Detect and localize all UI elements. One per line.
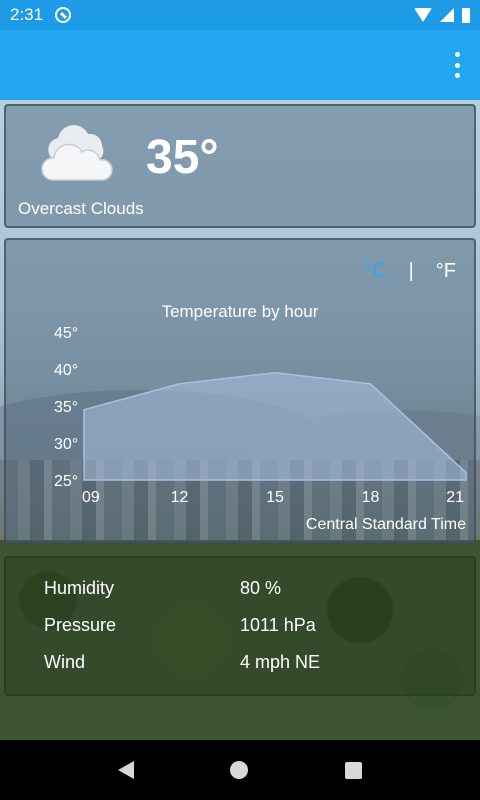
menu-dot-icon — [454, 52, 460, 57]
menu-dot-icon — [454, 62, 460, 68]
temperature-area-series — [83, 371, 467, 481]
weather-details-card: Humidity 80 % Pressure 1011 hPa Wind 4 m… — [4, 556, 476, 696]
overcast-cloud-icon — [41, 125, 113, 181]
app-notification-icon — [55, 7, 72, 23]
y-tick-label: 40° — [54, 362, 78, 379]
battery-icon — [462, 7, 470, 23]
status-bar: 2:31 — [0, 0, 480, 30]
humidity-row: Humidity 80 % — [44, 578, 281, 599]
hourly-temperature-card: °C | °F Temperature by hour 45° 40° 35° 30° 2… — [4, 238, 476, 544]
menu-dot-icon — [454, 73, 460, 78]
wind-value: 4 mph NE — [240, 652, 321, 672]
status-time: 2:31 — [10, 5, 44, 24]
chart-title: Temperature by hour — [162, 302, 319, 321]
recents-button[interactable] — [344, 761, 362, 779]
y-tick-label: 30° — [54, 436, 78, 453]
back-button[interactable] — [118, 761, 135, 779]
app-bar — [0, 30, 480, 100]
x-tick-label: 09 — [82, 489, 100, 506]
y-tick-label: 35° — [54, 399, 78, 416]
navigation-bar — [0, 740, 480, 800]
pressure-value: 1011 hPa — [240, 615, 316, 635]
temperature-chart: Temperature by hour 45° 40° 35° 30° 25°09 12 15… — [54, 302, 467, 506]
pressure-label: Pressure — [44, 615, 117, 635]
home-button[interactable] — [230, 761, 249, 779]
humidity-label: Humidity — [44, 578, 115, 598]
y-tick-label: 25° — [54, 473, 78, 490]
wifi-icon — [414, 8, 432, 22]
wind-row: Wind 4 mph NE — [44, 652, 320, 673]
wind-label: Wind — [44, 652, 86, 672]
x-tick-label: 18 — [362, 489, 380, 506]
overflow-menu-button[interactable] — [452, 52, 462, 78]
pressure-row: Pressure 1011 hPa — [44, 615, 316, 636]
y-tick-label: 45° — [54, 325, 78, 342]
timezone-label: Central Standard Time — [305, 516, 466, 533]
current-condition: Overcast Clouds — [18, 199, 144, 218]
x-tick-label: 21 — [446, 489, 464, 506]
humidity-value: 80 % — [240, 578, 282, 598]
current-temperature: 35° — [146, 131, 219, 184]
x-tick-label: 15 — [266, 489, 284, 506]
cell-signal-icon — [440, 8, 454, 22]
x-tick-label: 12 — [171, 489, 189, 506]
current-weather-card: 35° Overcast Clouds — [4, 104, 476, 228]
